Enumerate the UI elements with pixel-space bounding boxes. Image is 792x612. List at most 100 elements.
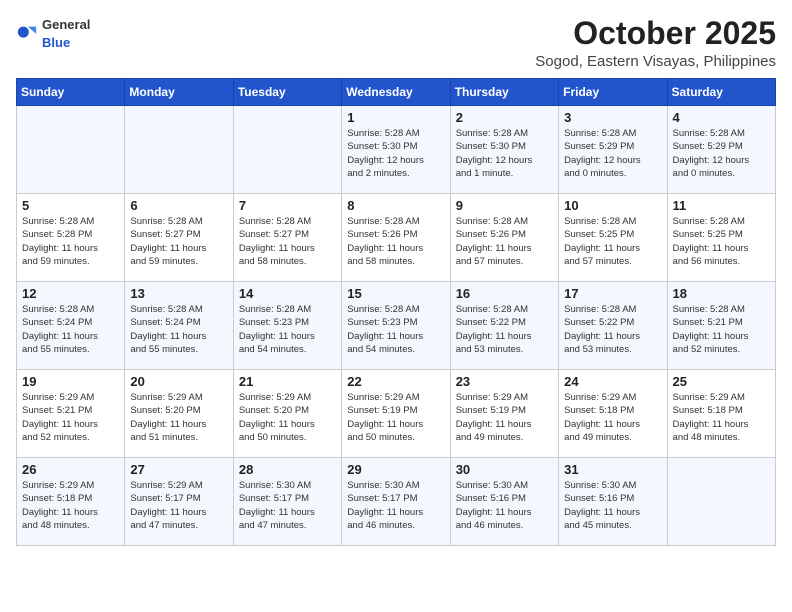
- day-number: 17: [564, 286, 661, 301]
- calendar-week-row: 19 Sunrise: 5:29 AM Sunset: 5:21 PM Dayli…: [17, 370, 776, 458]
- day-number: 4: [673, 110, 770, 125]
- day-info: Sunrise: 5:30 AM Sunset: 5:16 PM Dayligh…: [456, 479, 553, 532]
- calendar-cell: 16 Sunrise: 5:28 AM Sunset: 5:22 PM Dayli…: [450, 282, 558, 370]
- calendar-cell: 5Sunrise: 5:28 AM Sunset: 5:28 PM Daylig…: [17, 194, 125, 282]
- weekday-header-friday: Friday: [559, 79, 667, 106]
- calendar-cell: 31Sunrise: 5:30 AM Sunset: 5:16 PM Dayli…: [559, 458, 667, 546]
- day-info: Sunrise: 5:28 AM Sunset: 5:23 PM Dayligh…: [347, 303, 444, 356]
- day-info: Sunrise: 5:29 AM Sunset: 5:20 PM Dayligh…: [239, 391, 336, 444]
- day-number: 8: [347, 198, 444, 213]
- day-info: Sunrise: 5:28 AM Sunset: 5:25 PM Dayligh…: [673, 215, 770, 268]
- day-number: 26: [22, 462, 119, 477]
- day-info: Sunrise: 5:28 AM Sunset: 5:26 PM Dayligh…: [456, 215, 553, 268]
- day-info: Sunrise: 5:28 AM Sunset: 5:22 PM Dayligh…: [564, 303, 661, 356]
- day-info: Sunrise: 5:29 AM Sunset: 5:18 PM Dayligh…: [673, 391, 770, 444]
- calendar-table: SundayMondayTuesdayWednesdayThursdayFrid…: [16, 78, 776, 546]
- page-header: General Blue October 2025 Sogod, Eastern…: [16, 16, 776, 70]
- day-info: Sunrise: 5:28 AM Sunset: 5:24 PM Dayligh…: [22, 303, 119, 356]
- calendar-cell: 2 Sunrise: 5:28 AM Sunset: 5:30 PM Daylig…: [450, 106, 558, 194]
- day-number: 2: [456, 110, 553, 125]
- day-info: Sunrise: 5:28 AM Sunset: 5:21 PM Dayligh…: [673, 303, 770, 356]
- day-number: 30: [456, 462, 553, 477]
- calendar-cell: 1Sunrise: 5:28 AM Sunset: 5:30 PM Daylig…: [342, 106, 450, 194]
- calendar-cell: 19 Sunrise: 5:29 AM Sunset: 5:21 PM Dayli…: [17, 370, 125, 458]
- title-area: October 2025 Sogod, Eastern Visayas, Phi…: [535, 16, 776, 70]
- logo-general: General: [42, 17, 90, 32]
- day-info: Sunrise: 5:29 AM Sunset: 5:19 PM Dayligh…: [347, 391, 444, 444]
- weekday-header-thursday: Thursday: [450, 79, 558, 106]
- calendar-cell: 22 Sunrise: 5:29 AM Sunset: 5:19 PM Dayli…: [342, 370, 450, 458]
- calendar-cell: [125, 106, 233, 194]
- day-number: 16: [456, 286, 553, 301]
- logo-icon: [16, 23, 38, 45]
- calendar-cell: 11Sunrise: 5:28 AM Sunset: 5:25 PM Dayli…: [667, 194, 775, 282]
- calendar-cell: 23 Sunrise: 5:29 AM Sunset: 5:19 PM Dayli…: [450, 370, 558, 458]
- calendar-cell: [667, 458, 775, 546]
- day-number: 29: [347, 462, 444, 477]
- day-info: Sunrise: 5:28 AM Sunset: 5:29 PM Dayligh…: [564, 127, 661, 180]
- calendar-cell: 17 Sunrise: 5:28 AM Sunset: 5:22 PM Dayli…: [559, 282, 667, 370]
- day-info: Sunrise: 5:28 AM Sunset: 5:30 PM Dayligh…: [347, 127, 444, 180]
- calendar-cell: 30 Sunrise: 5:30 AM Sunset: 5:16 PM Dayli…: [450, 458, 558, 546]
- day-info: Sunrise: 5:28 AM Sunset: 5:30 PM Dayligh…: [456, 127, 553, 180]
- calendar-cell: 6 Sunrise: 5:28 AM Sunset: 5:27 PM Daylig…: [125, 194, 233, 282]
- weekday-header-tuesday: Tuesday: [233, 79, 341, 106]
- day-number: 13: [130, 286, 227, 301]
- day-number: 7: [239, 198, 336, 213]
- calendar-cell: 29 Sunrise: 5:30 AM Sunset: 5:17 PM Dayli…: [342, 458, 450, 546]
- calendar-cell: 3 Sunrise: 5:28 AM Sunset: 5:29 PM Daylig…: [559, 106, 667, 194]
- day-info: Sunrise: 5:28 AM Sunset: 5:24 PM Dayligh…: [130, 303, 227, 356]
- day-number: 28: [239, 462, 336, 477]
- day-number: 3: [564, 110, 661, 125]
- calendar-cell: 24 Sunrise: 5:29 AM Sunset: 5:18 PM Dayli…: [559, 370, 667, 458]
- day-info: Sunrise: 5:28 AM Sunset: 5:25 PM Dayligh…: [564, 215, 661, 268]
- location-title: Sogod, Eastern Visayas, Philippines: [535, 53, 776, 70]
- logo-text: General Blue: [42, 16, 90, 52]
- day-number: 6: [130, 198, 227, 213]
- calendar-cell: 26 Sunrise: 5:29 AM Sunset: 5:18 PM Dayli…: [17, 458, 125, 546]
- calendar-week-row: 1Sunrise: 5:28 AM Sunset: 5:30 PM Daylig…: [17, 106, 776, 194]
- day-number: 31: [564, 462, 661, 477]
- logo-blue: Blue: [42, 35, 70, 50]
- weekday-header-sunday: Sunday: [17, 79, 125, 106]
- day-number: 19: [22, 374, 119, 389]
- day-number: 25: [673, 374, 770, 389]
- calendar-cell: 25 Sunrise: 5:29 AM Sunset: 5:18 PM Dayli…: [667, 370, 775, 458]
- calendar-cell: 12 Sunrise: 5:28 AM Sunset: 5:24 PM Dayli…: [17, 282, 125, 370]
- month-title: October 2025: [535, 16, 776, 51]
- day-info: Sunrise: 5:28 AM Sunset: 5:26 PM Dayligh…: [347, 215, 444, 268]
- day-info: Sunrise: 5:29 AM Sunset: 5:18 PM Dayligh…: [22, 479, 119, 532]
- day-info: Sunrise: 5:29 AM Sunset: 5:21 PM Dayligh…: [22, 391, 119, 444]
- calendar-cell: 13 Sunrise: 5:28 AM Sunset: 5:24 PM Dayli…: [125, 282, 233, 370]
- day-number: 24: [564, 374, 661, 389]
- day-info: Sunrise: 5:28 AM Sunset: 5:23 PM Dayligh…: [239, 303, 336, 356]
- calendar-cell: 7Sunrise: 5:28 AM Sunset: 5:27 PM Daylig…: [233, 194, 341, 282]
- calendar-cell: 27 Sunrise: 5:29 AM Sunset: 5:17 PM Dayli…: [125, 458, 233, 546]
- day-number: 9: [456, 198, 553, 213]
- day-number: 23: [456, 374, 553, 389]
- day-number: 14: [239, 286, 336, 301]
- calendar-cell: 20 Sunrise: 5:29 AM Sunset: 5:20 PM Dayli…: [125, 370, 233, 458]
- day-info: Sunrise: 5:29 AM Sunset: 5:18 PM Dayligh…: [564, 391, 661, 444]
- calendar-week-row: 5Sunrise: 5:28 AM Sunset: 5:28 PM Daylig…: [17, 194, 776, 282]
- day-number: 15: [347, 286, 444, 301]
- calendar-cell: 14 Sunrise: 5:28 AM Sunset: 5:23 PM Dayli…: [233, 282, 341, 370]
- day-info: Sunrise: 5:30 AM Sunset: 5:17 PM Dayligh…: [347, 479, 444, 532]
- day-number: 20: [130, 374, 227, 389]
- calendar-cell: [17, 106, 125, 194]
- day-info: Sunrise: 5:28 AM Sunset: 5:22 PM Dayligh…: [456, 303, 553, 356]
- day-info: Sunrise: 5:28 AM Sunset: 5:29 PM Dayligh…: [673, 127, 770, 180]
- day-info: Sunrise: 5:30 AM Sunset: 5:17 PM Dayligh…: [239, 479, 336, 532]
- day-info: Sunrise: 5:29 AM Sunset: 5:19 PM Dayligh…: [456, 391, 553, 444]
- day-number: 18: [673, 286, 770, 301]
- calendar-cell: 9 Sunrise: 5:28 AM Sunset: 5:26 PM Daylig…: [450, 194, 558, 282]
- day-info: Sunrise: 5:29 AM Sunset: 5:17 PM Dayligh…: [130, 479, 227, 532]
- calendar-cell: 15 Sunrise: 5:28 AM Sunset: 5:23 PM Dayli…: [342, 282, 450, 370]
- day-info: Sunrise: 5:29 AM Sunset: 5:20 PM Dayligh…: [130, 391, 227, 444]
- calendar-cell: 10Sunrise: 5:28 AM Sunset: 5:25 PM Dayli…: [559, 194, 667, 282]
- calendar-week-row: 12 Sunrise: 5:28 AM Sunset: 5:24 PM Dayli…: [17, 282, 776, 370]
- day-number: 27: [130, 462, 227, 477]
- day-info: Sunrise: 5:28 AM Sunset: 5:27 PM Dayligh…: [130, 215, 227, 268]
- day-number: 22: [347, 374, 444, 389]
- day-number: 12: [22, 286, 119, 301]
